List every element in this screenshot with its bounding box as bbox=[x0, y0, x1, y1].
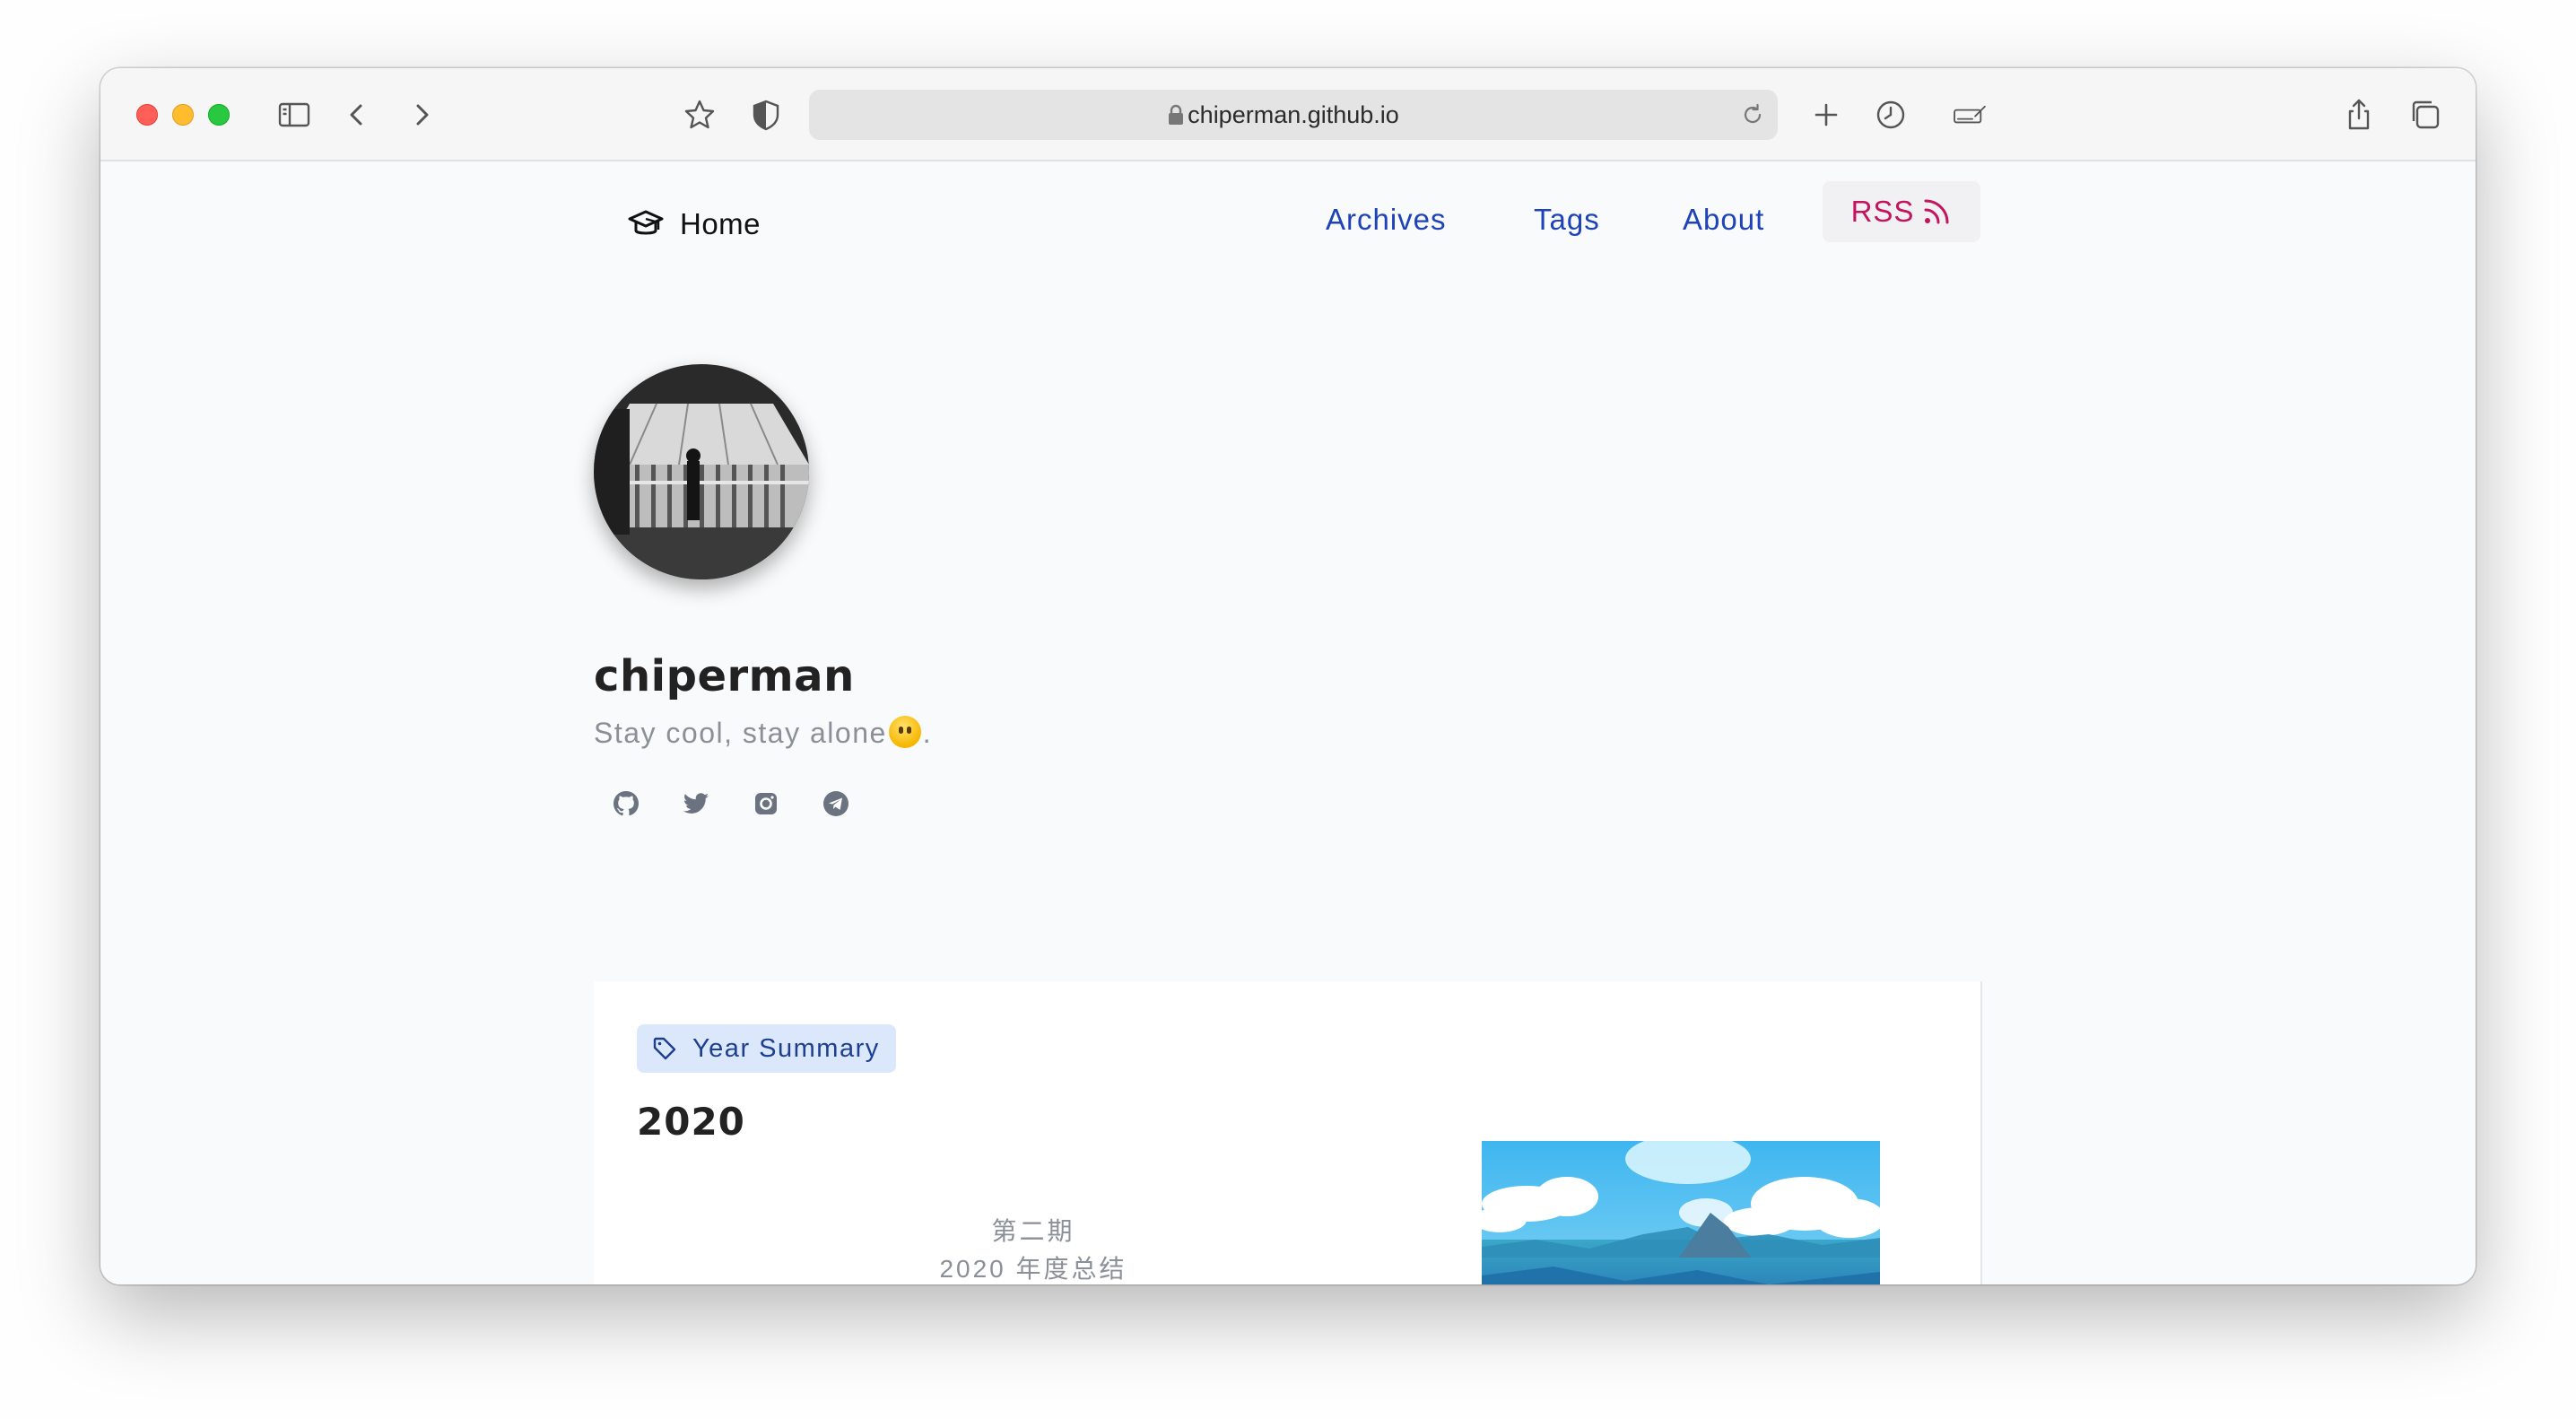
browser-toolbar: chiperman.github.io bbox=[100, 68, 2476, 161]
privacy-shield-icon[interactable] bbox=[744, 93, 788, 136]
address-bar[interactable]: chiperman.github.io bbox=[809, 90, 1778, 140]
nav-about-link[interactable]: About bbox=[1683, 192, 1764, 248]
post-card[interactable]: Year Summary 2020 第二期 2020 年度总结 bbox=[594, 981, 1982, 1284]
post-tag[interactable]: Year Summary bbox=[637, 1024, 896, 1073]
github-icon[interactable] bbox=[608, 786, 644, 822]
instagram-icon[interactable] bbox=[748, 786, 784, 822]
url-text: chiperman.github.io bbox=[1188, 101, 1399, 128]
history-clock-icon[interactable] bbox=[1869, 93, 1912, 136]
avatar bbox=[594, 364, 809, 579]
new-tab-plus-icon[interactable] bbox=[1805, 93, 1848, 136]
back-icon[interactable] bbox=[335, 93, 379, 136]
telegram-icon[interactable] bbox=[818, 786, 854, 822]
zoom-window-button[interactable] bbox=[208, 104, 230, 126]
forward-icon[interactable] bbox=[400, 93, 443, 136]
rss-feed-icon bbox=[1924, 199, 1949, 224]
minimize-window-button[interactable] bbox=[172, 104, 194, 126]
post-title[interactable]: 2020 bbox=[637, 1100, 745, 1144]
profile-name: chiperman bbox=[594, 651, 855, 701]
social-links bbox=[608, 786, 888, 822]
browser-window: chiperman.github.io Home Archives Tags A… bbox=[100, 68, 2476, 1284]
bookmark-star-icon[interactable] bbox=[678, 93, 721, 136]
profile-bio-period: . bbox=[922, 717, 933, 749]
share-icon[interactable] bbox=[2337, 93, 2380, 136]
nav-home-link[interactable]: Home bbox=[626, 199, 761, 249]
profile-bio-text: Stay cool, stay alone bbox=[594, 717, 887, 749]
nav-rss-label: RSS bbox=[1850, 195, 1915, 228]
nav-archives-link[interactable]: Archives bbox=[1326, 192, 1447, 248]
tag-icon bbox=[653, 1037, 676, 1060]
nav-tags-link[interactable]: Tags bbox=[1534, 192, 1600, 248]
post-excerpt: 第二期 2020 年度总结 bbox=[863, 1213, 1204, 1284]
profile-bio: Stay cool, stay alone. bbox=[594, 716, 932, 750]
reader-edit-icon[interactable] bbox=[1943, 93, 1997, 136]
post-thumbnail[interactable] bbox=[1482, 1141, 1880, 1284]
reload-icon[interactable] bbox=[1736, 99, 1769, 131]
neutral-face-emoji-icon bbox=[888, 716, 921, 748]
nav-rss-link[interactable]: RSS bbox=[1823, 181, 1980, 242]
post-excerpt-line-2: 2020 年度总结 bbox=[939, 1255, 1127, 1283]
tabs-overview-icon[interactable] bbox=[2404, 93, 2447, 136]
nav-home-label: Home bbox=[680, 207, 761, 240]
post-excerpt-line-1: 第二期 bbox=[991, 1217, 1075, 1245]
post-tag-label: Year Summary bbox=[692, 1033, 880, 1063]
page-content: Home Archives Tags About RSS chiperman S… bbox=[100, 161, 2476, 1284]
graduation-cap-icon bbox=[628, 210, 664, 235]
sidebar-toggle-icon[interactable] bbox=[273, 93, 316, 136]
close-window-button[interactable] bbox=[136, 104, 158, 126]
twitter-icon[interactable] bbox=[678, 786, 714, 822]
